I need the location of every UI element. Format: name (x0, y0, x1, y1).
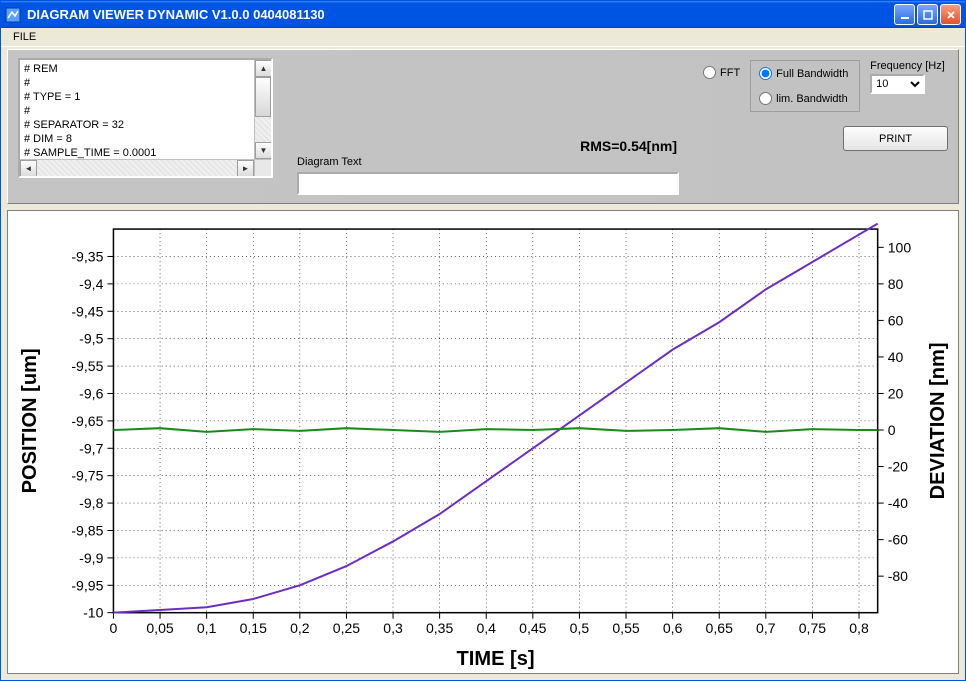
svg-text:0,4: 0,4 (476, 620, 496, 636)
resize-grip-icon (254, 159, 271, 176)
diagram-text-input[interactable] (297, 172, 679, 195)
svg-text:0,55: 0,55 (612, 620, 640, 636)
titlebar: DIAGRAM VIEWER DYNAMIC V1.0.0 0404081130 (1, 1, 965, 28)
svg-text:60: 60 (888, 312, 904, 328)
svg-text:0,8: 0,8 (849, 620, 869, 636)
svg-text:0,3: 0,3 (383, 620, 403, 636)
bandwidth-group: Full Bandwidth lim. Bandwidth (750, 60, 860, 112)
svg-text:0,6: 0,6 (663, 620, 683, 636)
svg-text:-9,35: -9,35 (71, 249, 103, 265)
svg-text:0,15: 0,15 (240, 620, 268, 636)
menubar: FILE (1, 28, 965, 47)
svg-text:-9,95: -9,95 (71, 577, 103, 593)
svg-text:-60: -60 (888, 532, 908, 548)
svg-text:DEVIATION [nm]: DEVIATION [nm] (927, 342, 949, 499)
svg-text:0: 0 (110, 620, 118, 636)
minimize-button[interactable] (894, 4, 915, 25)
svg-text:0,25: 0,25 (333, 620, 361, 636)
lim-bandwidth-radio[interactable] (759, 92, 772, 105)
svg-text:80: 80 (888, 276, 904, 292)
chart-panel: 0 0,05 0,1 0,15 0,2 0,25 0,3 0,35 0,4 0,45 0,5 0,55… (7, 210, 959, 674)
horizontal-scrollbar[interactable]: ◄ ► (20, 159, 254, 176)
svg-text:-9,55: -9,55 (71, 358, 103, 374)
svg-text:-9,7: -9,7 (79, 440, 103, 456)
maximize-button[interactable] (917, 4, 938, 25)
svg-text:-20: -20 (888, 459, 908, 475)
svg-text:0,2: 0,2 (290, 620, 310, 636)
svg-text:-9,75: -9,75 (71, 468, 103, 484)
svg-text:0,75: 0,75 (799, 620, 827, 636)
svg-text:-9,6: -9,6 (79, 386, 103, 402)
svg-text:-80: -80 (888, 568, 908, 584)
svg-text:40: 40 (888, 349, 904, 365)
fft-label: FFT (720, 67, 740, 79)
svg-text:-9,65: -9,65 (71, 413, 103, 429)
svg-text:0,05: 0,05 (146, 620, 174, 636)
scroll-down-icon[interactable]: ▼ (255, 142, 272, 159)
svg-text:-9,5: -9,5 (79, 331, 103, 347)
svg-text:-10: -10 (83, 605, 103, 621)
full-bandwidth-label: Full Bandwidth (776, 68, 848, 80)
window-title: DIAGRAM VIEWER DYNAMIC V1.0.0 0404081130 (27, 7, 894, 22)
svg-text:TIME [s]: TIME [s] (457, 648, 535, 670)
svg-text:0,1: 0,1 (197, 620, 217, 636)
print-button[interactable]: PRINT (843, 126, 948, 151)
svg-text:-9,4: -9,4 (79, 276, 103, 292)
diagram-text-label: Diagram Text (297, 156, 679, 168)
fft-radio[interactable] (703, 66, 716, 79)
scroll-right-icon[interactable]: ► (237, 160, 254, 177)
svg-text:-9,85: -9,85 (71, 523, 103, 539)
svg-text:0,5: 0,5 (570, 620, 590, 636)
svg-text:0,7: 0,7 (756, 620, 776, 636)
svg-text:-9,9: -9,9 (79, 550, 103, 566)
rms-readout: RMS=0.54[nm] (580, 138, 677, 154)
close-button[interactable] (940, 4, 961, 25)
menu-file[interactable]: FILE (5, 29, 44, 45)
frequency-label: Frequency [Hz] (870, 60, 945, 72)
svg-text:0: 0 (888, 422, 896, 438)
file-header-text: # REM # # TYPE = 1 # # SEPARATOR = 32 # … (20, 60, 271, 162)
svg-text:100: 100 (888, 239, 912, 255)
svg-text:20: 20 (888, 386, 904, 402)
chart: 0 0,05 0,1 0,15 0,2 0,25 0,3 0,35 0,4 0,45 0,5 0,55… (8, 211, 958, 673)
svg-text:-40: -40 (888, 495, 908, 511)
svg-text:0,35: 0,35 (426, 620, 454, 636)
svg-text:-9,8: -9,8 (79, 495, 103, 511)
full-bandwidth-radio[interactable] (759, 67, 772, 80)
lim-bandwidth-label: lim. Bandwidth (776, 93, 848, 105)
frequency-select[interactable]: 10 (870, 74, 925, 94)
scroll-left-icon[interactable]: ◄ (20, 160, 37, 177)
vertical-scrollbar[interactable]: ▲ ▼ (254, 60, 271, 159)
scroll-up-icon[interactable]: ▲ (255, 60, 272, 77)
svg-text:0,65: 0,65 (706, 620, 734, 636)
svg-text:-9,45: -9,45 (71, 303, 103, 319)
svg-text:0,45: 0,45 (519, 620, 547, 636)
control-panel: # REM # # TYPE = 1 # # SEPARATOR = 32 # … (7, 49, 959, 204)
svg-text:POSITION [um]: POSITION [um] (19, 348, 41, 493)
app-icon (5, 7, 21, 23)
file-header-listbox[interactable]: # REM # # TYPE = 1 # # SEPARATOR = 32 # … (18, 58, 273, 178)
